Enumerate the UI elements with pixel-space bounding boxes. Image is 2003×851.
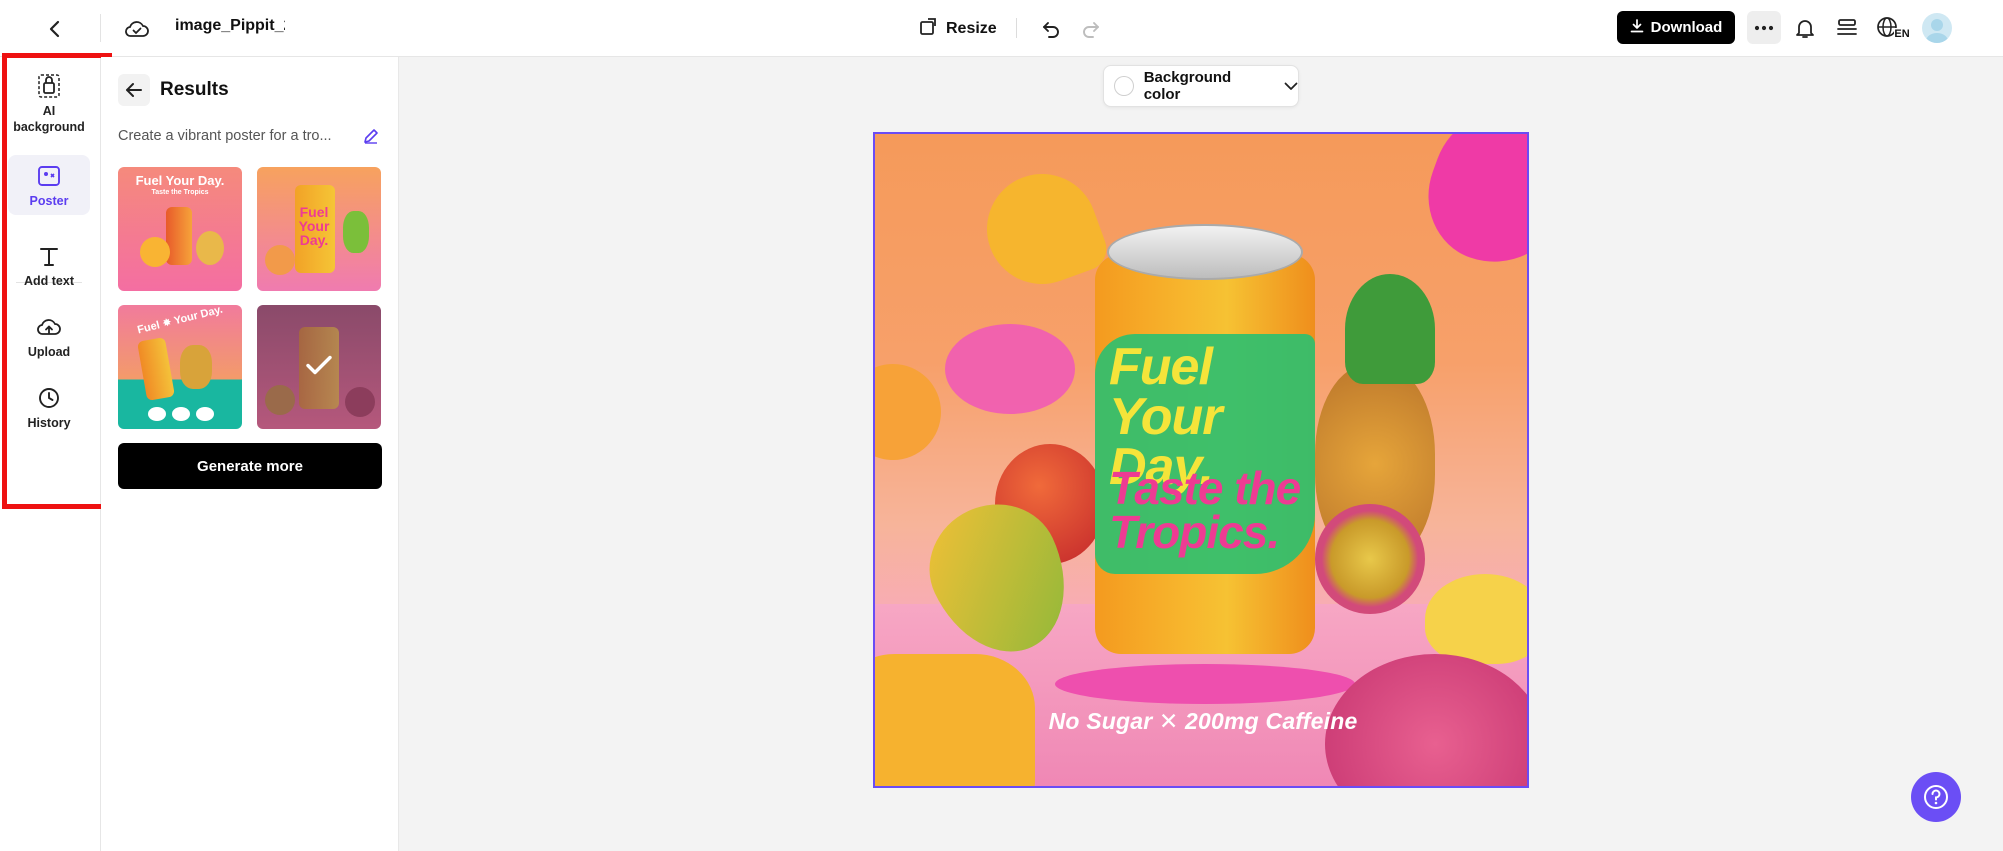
- language-icon[interactable]: EN: [1873, 11, 1913, 45]
- fruit-graphic: [140, 237, 170, 267]
- fruit-graphic: [180, 345, 212, 389]
- highlight-box: [2, 53, 112, 509]
- poster-image[interactable]: Fuel Your Day. Taste the Tropics. No Sug…: [873, 132, 1529, 788]
- result-thumbnail[interactable]: Fuel ✸ Your Day.: [118, 305, 242, 429]
- cloud-save-icon[interactable]: [120, 12, 154, 46]
- chevron-down-icon: [1284, 78, 1298, 95]
- mango-graphic: [971, 158, 1113, 300]
- badge-graphic: [172, 407, 190, 421]
- result-thumbnail-selected[interactable]: [257, 305, 381, 429]
- back-icon[interactable]: [38, 12, 72, 46]
- can-lid-graphic: [1107, 224, 1303, 280]
- thumbnail-subcaption: Taste the Tropics: [151, 189, 209, 196]
- passionfruit-graphic: [1315, 504, 1425, 614]
- layers-icon[interactable]: [1830, 11, 1864, 45]
- file-name[interactable]: image_Pippit_20: [175, 17, 285, 35]
- undo-icon[interactable]: [1034, 12, 1068, 46]
- resize-button[interactable]: Resize: [918, 12, 997, 46]
- can-graphic: [166, 207, 192, 265]
- fruit-graphic: [343, 211, 369, 253]
- fruit-graphic: [345, 387, 375, 417]
- pink-splash: [1409, 134, 1527, 284]
- background-color-label: Background color: [1143, 69, 1232, 103]
- thumbnail-caption: Fuel ✸ Your Day.: [136, 305, 225, 337]
- result-thumbnail[interactable]: Fuel Your Day. Taste the Tropics: [118, 167, 242, 291]
- result-thumbnail[interactable]: Fuel Your Day.: [257, 167, 381, 291]
- can-graphic: [137, 337, 175, 401]
- orange-graphic: [875, 364, 941, 460]
- more-options-icon[interactable]: [1747, 11, 1781, 44]
- poster-footer-text: No Sugar ✕ 200mg Caffeine: [1048, 708, 1358, 734]
- avatar[interactable]: [1922, 13, 1952, 43]
- thumbnail-caption: Fuel Your Day.: [135, 173, 225, 188]
- background-color-dropdown[interactable]: Background color: [1103, 65, 1299, 107]
- resize-icon: [918, 17, 938, 42]
- fruit-graphic: [196, 231, 224, 265]
- pink-splash: [945, 324, 1075, 414]
- poster-tagline: Taste the Tropics.: [1109, 462, 1301, 558]
- results-panel: Results Create a vibrant poster for a tr…: [101, 57, 399, 851]
- color-swatch: [1114, 76, 1134, 96]
- pink-splash: [1055, 664, 1355, 704]
- canvas-area: Background color Fuel Your Day. Taste th…: [399, 57, 2003, 851]
- top-bar: image_Pippit_20 Resize Download EN: [0, 0, 2003, 57]
- download-icon: [1630, 18, 1644, 37]
- question-icon: [1924, 785, 1948, 809]
- help-button[interactable]: [1911, 772, 1961, 822]
- panel-title: Results: [160, 79, 229, 100]
- download-button[interactable]: Download: [1617, 11, 1735, 44]
- badge-graphic: [148, 407, 166, 421]
- divider: [1016, 18, 1017, 38]
- redo-icon[interactable]: [1074, 12, 1108, 46]
- thumbnail-caption: Fuel Your Day.: [298, 204, 330, 248]
- edit-icon[interactable]: [359, 124, 383, 148]
- fruit-graphic: [265, 385, 295, 415]
- divider: [100, 14, 101, 42]
- badge-graphic: [196, 407, 214, 421]
- bell-icon[interactable]: [1788, 11, 1822, 45]
- resize-label: Resize: [946, 20, 997, 37]
- fruit-graphic: [265, 245, 295, 275]
- download-label: Download: [1650, 19, 1723, 36]
- prompt-text: Create a vibrant poster for a tro...: [118, 128, 332, 144]
- pineapple-leaves-graphic: [1345, 274, 1435, 384]
- language-badge: EN: [1894, 28, 1910, 40]
- arrow-left-icon[interactable]: [118, 74, 150, 106]
- checkmark-icon: [306, 352, 332, 383]
- lime-slice-graphic: [1425, 574, 1527, 664]
- generate-more-button[interactable]: Generate more: [118, 443, 382, 489]
